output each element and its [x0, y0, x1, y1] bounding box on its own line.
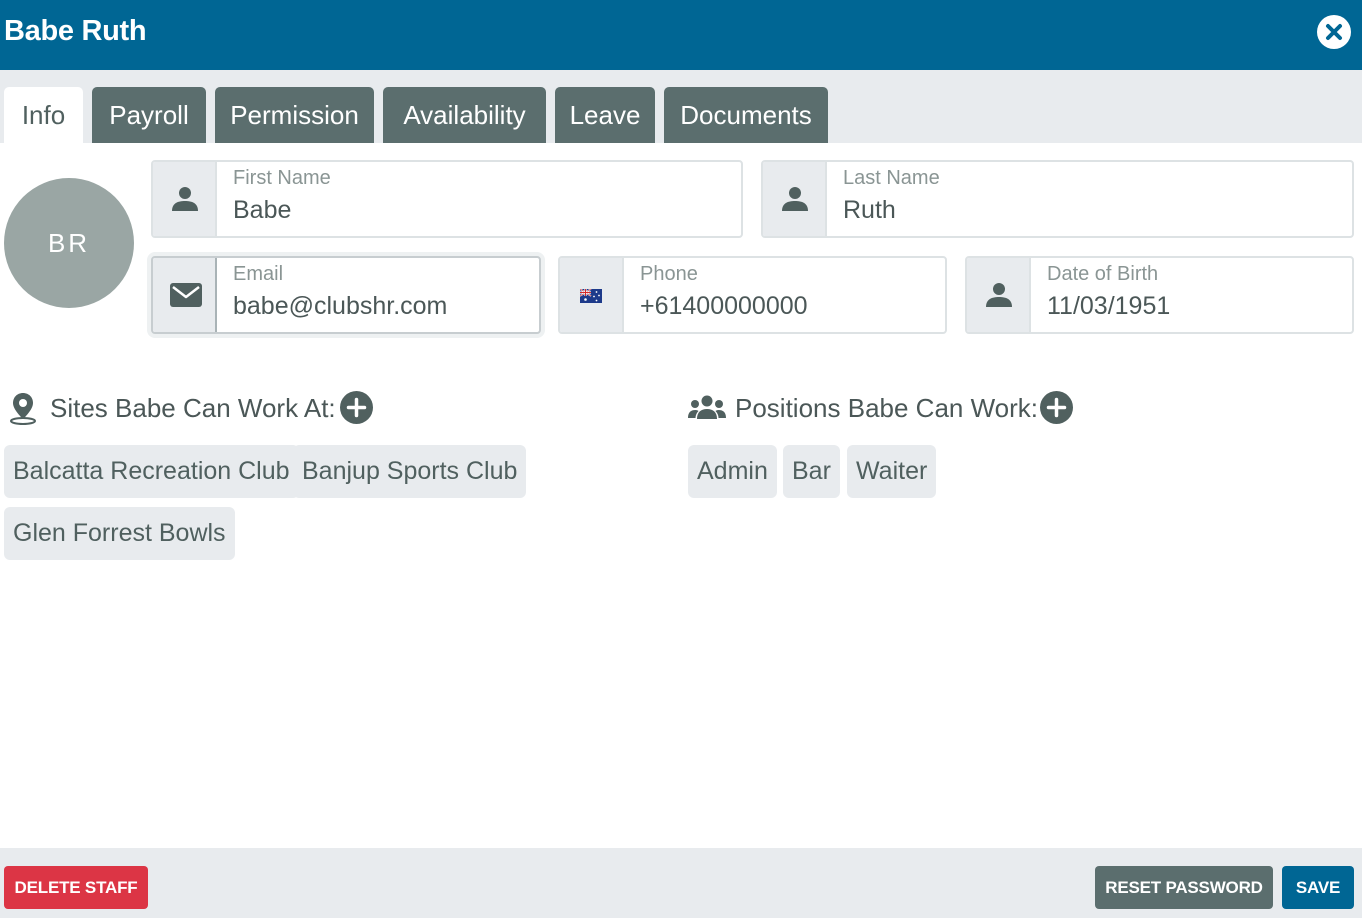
- position-chip-bar[interactable]: Bar: [783, 445, 840, 498]
- users-icon: [688, 395, 726, 419]
- dob-icon-box: [967, 258, 1031, 332]
- email-input[interactable]: babe@clubshr.com: [233, 291, 447, 321]
- tab-bar: Info Payroll Permission Availability Lea…: [0, 70, 1362, 143]
- site-chip-balcatta[interactable]: Balcatta Recreation Club: [4, 445, 299, 498]
- save-button[interactable]: SAVE: [1282, 866, 1354, 909]
- tab-leave[interactable]: Leave: [555, 87, 655, 143]
- add-site-button[interactable]: [340, 391, 373, 424]
- tab-payroll[interactable]: Payroll: [92, 87, 206, 143]
- dob-label: Date of Birth: [1047, 263, 1159, 285]
- last-name-label: Last Name: [843, 167, 940, 189]
- email-icon-box: [153, 258, 217, 332]
- map-pin-icon: [10, 393, 36, 425]
- sites-section-title: Sites Babe Can Work At:: [50, 393, 336, 423]
- tab-permission[interactable]: Permission: [215, 87, 374, 143]
- person-icon: [986, 283, 1012, 307]
- staff-name-title: Babe Ruth: [4, 15, 147, 47]
- dob-input[interactable]: 11/03/1951: [1047, 291, 1170, 321]
- site-chip-glen-forrest[interactable]: Glen Forrest Bowls: [4, 507, 235, 560]
- first-name-field[interactable]: First Name Babe: [151, 160, 743, 238]
- person-icon: [172, 187, 198, 211]
- add-position-button[interactable]: [1040, 391, 1073, 424]
- email-field[interactable]: Email babe@clubshr.com: [151, 256, 541, 334]
- close-icon: [1326, 24, 1342, 40]
- first-name-input[interactable]: Babe: [233, 195, 291, 225]
- positions-section-title: Positions Babe Can Work:: [735, 393, 1038, 423]
- email-label: Email: [233, 263, 284, 285]
- modal-footer: DELETE STAFF RESET PASSWORD SAVE: [0, 848, 1362, 918]
- position-chip-waiter[interactable]: Waiter: [847, 445, 937, 498]
- avatar[interactable]: BR: [4, 178, 134, 308]
- dob-field[interactable]: Date of Birth 11/03/1951: [965, 256, 1354, 334]
- close-button[interactable]: [1317, 15, 1351, 49]
- first-name-icon-box: [153, 162, 217, 236]
- australia-flag-icon: [580, 289, 602, 303]
- site-chip-banjup[interactable]: Banjup Sports Club: [293, 445, 527, 498]
- plus-icon: [346, 397, 367, 418]
- tab-documents[interactable]: Documents: [664, 87, 828, 143]
- envelope-icon: [170, 283, 202, 307]
- reset-password-button[interactable]: RESET PASSWORD: [1095, 866, 1273, 909]
- delete-staff-button[interactable]: DELETE STAFF: [4, 866, 148, 909]
- modal-header: Babe Ruth: [0, 0, 1362, 70]
- phone-field[interactable]: Phone +61400000000: [558, 256, 947, 334]
- phone-label: Phone: [640, 263, 698, 285]
- person-icon: [782, 187, 808, 211]
- last-name-input[interactable]: Ruth: [843, 195, 896, 225]
- position-chip-admin[interactable]: Admin: [688, 445, 777, 498]
- last-name-icon-box: [763, 162, 827, 236]
- phone-country-selector[interactable]: [560, 258, 624, 332]
- first-name-label: First Name: [233, 167, 331, 189]
- tab-availability[interactable]: Availability: [383, 87, 546, 143]
- tab-info[interactable]: Info: [4, 87, 83, 143]
- phone-input[interactable]: +61400000000: [640, 291, 808, 321]
- plus-icon: [1046, 397, 1067, 418]
- last-name-field[interactable]: Last Name Ruth: [761, 160, 1354, 238]
